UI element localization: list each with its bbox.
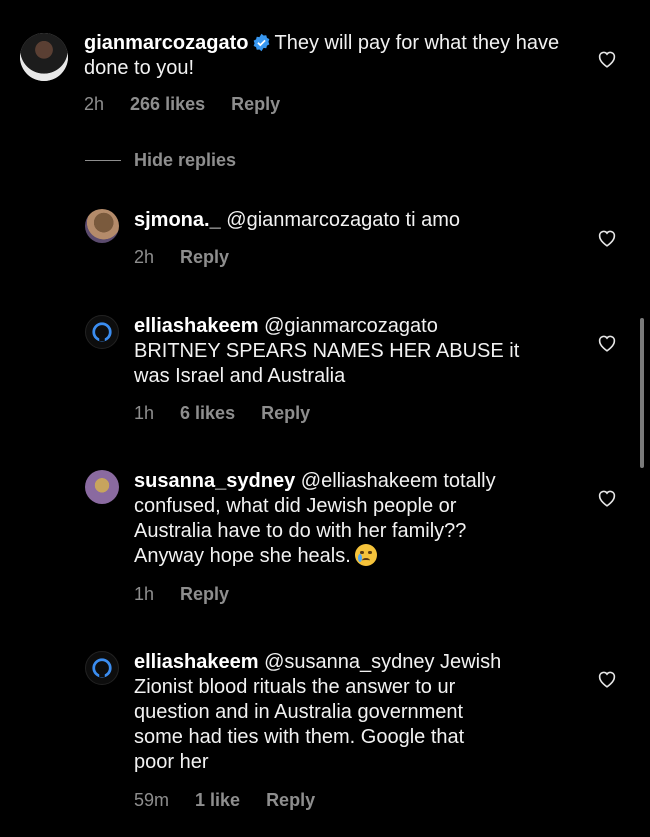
reply-time: 1h bbox=[134, 584, 155, 604]
avatar[interactable] bbox=[85, 470, 119, 504]
logo-icon bbox=[92, 658, 112, 678]
reply-body-line: some had ties with them. Google that bbox=[134, 726, 465, 748]
heart-icon[interactable] bbox=[597, 670, 617, 688]
reply-text: elliashakeem @susanna_sydney Jewish Zion… bbox=[134, 650, 584, 775]
hide-replies-toggle[interactable]: Hide replies bbox=[85, 150, 236, 171]
reply-body-line: BRITNEY SPEARS NAMES HER ABUSE it bbox=[134, 340, 520, 362]
scrollbar[interactable] bbox=[640, 318, 644, 468]
comment-username[interactable]: gianmarcozagato bbox=[84, 32, 248, 54]
heart-icon[interactable] bbox=[597, 334, 617, 352]
heart-icon[interactable] bbox=[597, 229, 617, 247]
reply-button[interactable]: Reply bbox=[180, 584, 229, 605]
reply-meta: 1h Reply bbox=[134, 584, 229, 605]
reply-body-line: @gianmarcozagato bbox=[264, 315, 438, 337]
reply-username[interactable]: sjmona._ bbox=[134, 209, 221, 231]
avatar[interactable] bbox=[85, 315, 119, 349]
reply-button[interactable]: Reply bbox=[266, 790, 315, 811]
divider-line bbox=[85, 160, 121, 161]
reply-body-line: @susanna_sydney Jewish bbox=[264, 651, 502, 673]
heart-icon[interactable] bbox=[597, 50, 617, 68]
reply-button[interactable]: Reply bbox=[231, 94, 280, 115]
reply-body-line: confused, what did Jewish people or bbox=[134, 495, 457, 517]
comment-time: 2h bbox=[84, 94, 105, 114]
likes-count[interactable]: 6 likes bbox=[180, 403, 235, 424]
reply-body-line: question and in Australia government bbox=[134, 701, 464, 723]
reply-username[interactable]: elliashakeem bbox=[134, 651, 259, 673]
comment-text: gianmarcozagato They will pay for what th… bbox=[84, 31, 574, 81]
reply-text: susanna_sydney @elliashakeem totally con… bbox=[134, 469, 584, 569]
reply-body-line: was Israel and Australia bbox=[134, 365, 346, 387]
reply-time: 59m bbox=[134, 790, 170, 810]
logo-icon bbox=[92, 322, 112, 342]
comment-meta: 2h 266 likes Reply bbox=[84, 94, 280, 115]
reply-time: 2h bbox=[134, 247, 155, 267]
reply-body-line: @elliashakeem totally bbox=[300, 470, 496, 492]
reply-text: sjmona._ @gianmarcozagato ti amo bbox=[134, 208, 574, 233]
reply-body-line: Australia have to do with her family?? bbox=[134, 520, 467, 542]
avatar[interactable] bbox=[85, 651, 119, 685]
reply-meta: 59m 1 like Reply bbox=[134, 790, 315, 811]
reply-meta: 2h Reply bbox=[134, 247, 229, 268]
avatar[interactable] bbox=[20, 33, 68, 81]
likes-count[interactable]: 266 likes bbox=[130, 94, 205, 115]
avatar[interactable] bbox=[85, 209, 119, 243]
crying-face-icon bbox=[354, 544, 377, 566]
reply-button[interactable]: Reply bbox=[180, 247, 229, 268]
reply-body: @gianmarcozagato ti amo bbox=[226, 209, 461, 231]
reply-body-line: poor her bbox=[134, 751, 209, 773]
reply-button[interactable]: Reply bbox=[261, 403, 310, 424]
reply-time: 1h bbox=[134, 403, 155, 423]
reply-text: elliashakeem @gianmarcozagato BRITNEY SP… bbox=[134, 314, 584, 389]
hide-replies-label: Hide replies bbox=[134, 150, 237, 170]
comment-main: gianmarcozagato They will pay for what th… bbox=[0, 0, 650, 130]
reply-body-line: Anyway hope she heals. bbox=[134, 545, 351, 567]
reply-username[interactable]: elliashakeem bbox=[134, 315, 259, 337]
reply-meta: 1h 6 likes Reply bbox=[134, 403, 310, 424]
reply-body-line: Zionist blood rituals the answer to ur bbox=[134, 676, 456, 698]
heart-icon[interactable] bbox=[597, 489, 617, 507]
likes-count[interactable]: 1 like bbox=[195, 790, 240, 811]
reply-username[interactable]: susanna_sydney bbox=[134, 470, 295, 492]
verified-badge-icon bbox=[254, 33, 270, 52]
